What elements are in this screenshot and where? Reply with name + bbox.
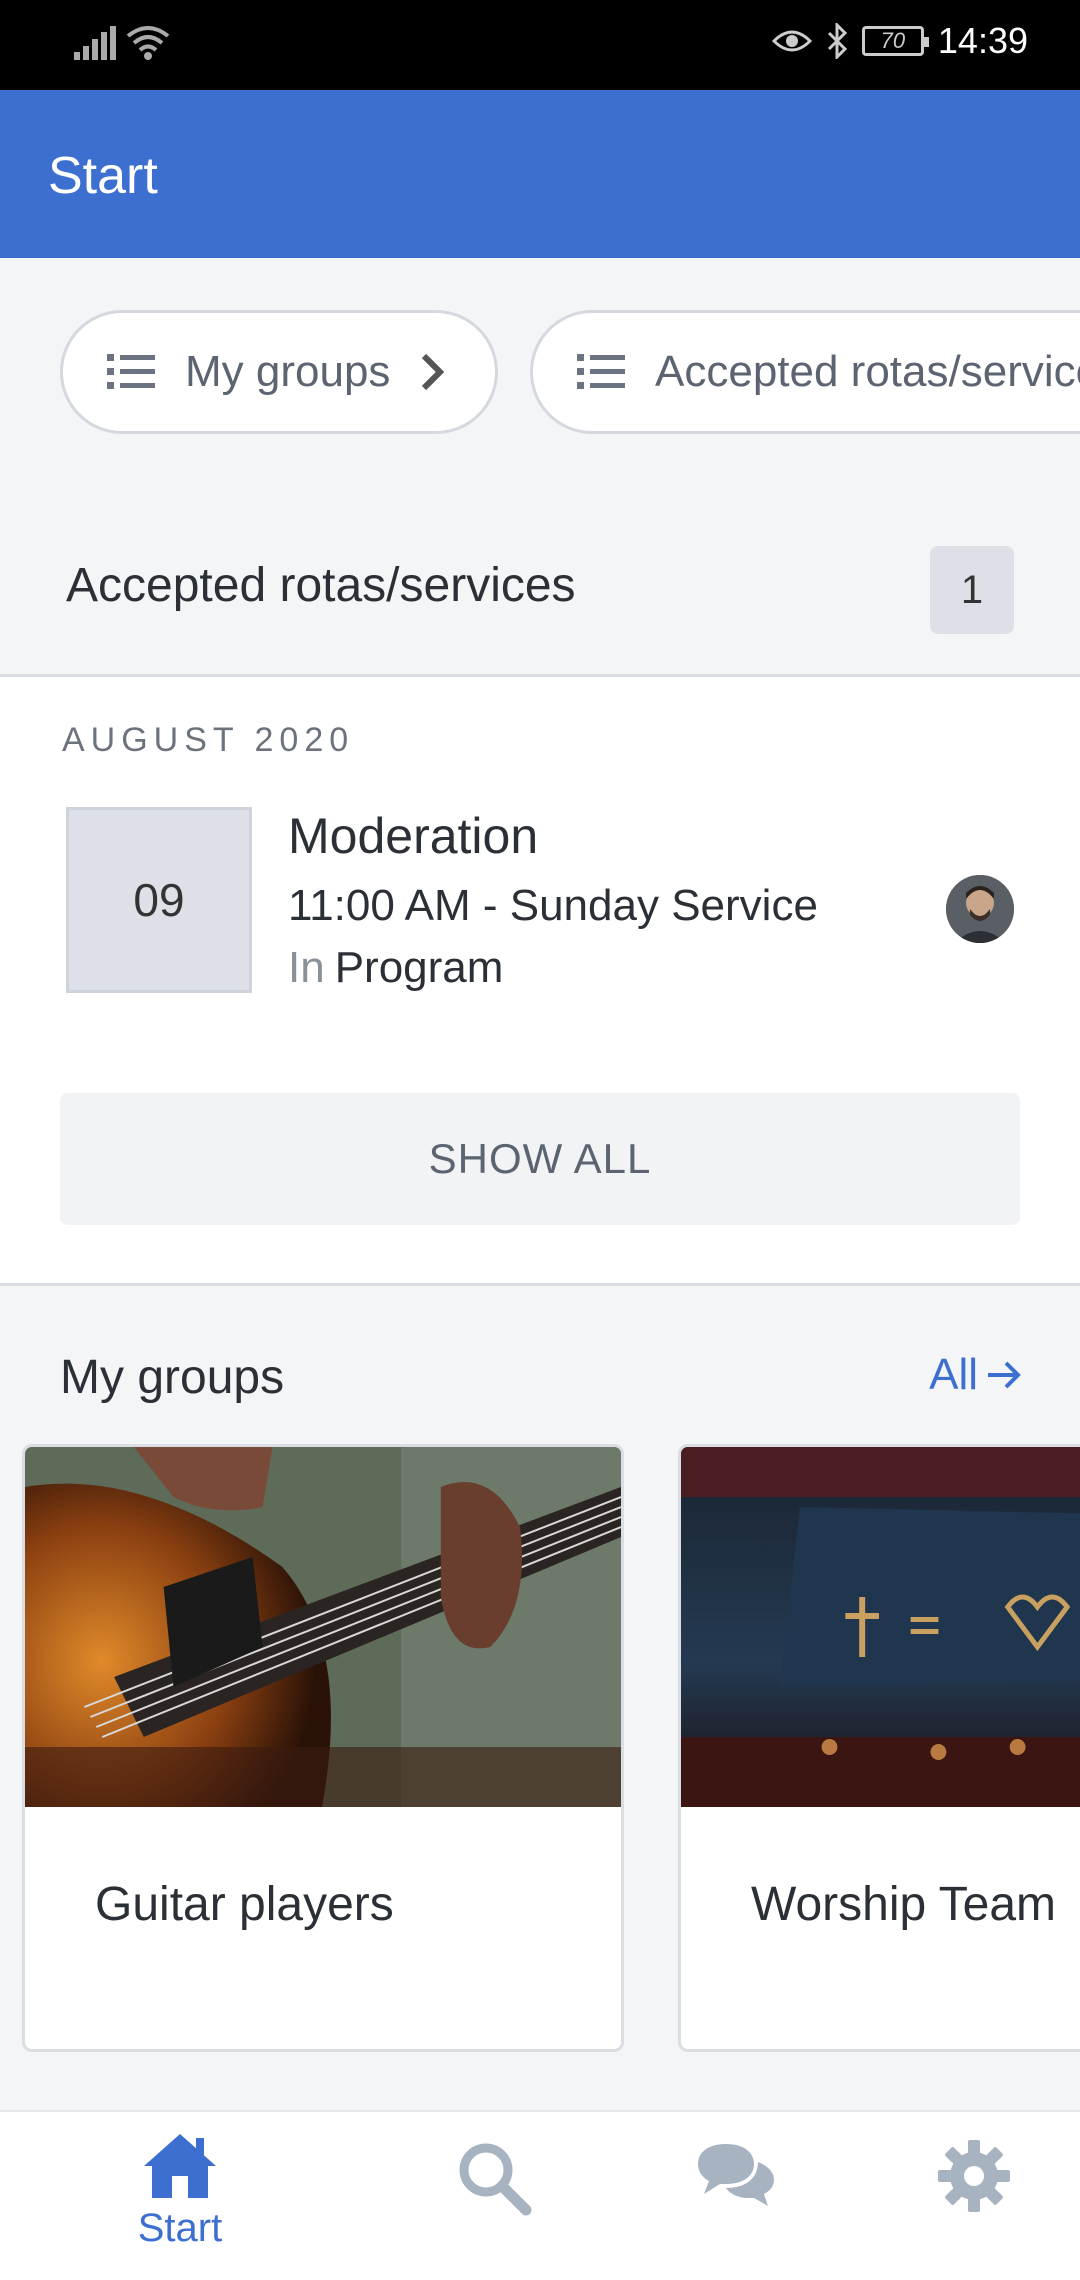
groups-all-link[interactable]: All	[929, 1350, 1022, 1400]
accepted-section-header: Accepted rotas/services 1	[0, 488, 1080, 674]
arrow-right-icon	[988, 1361, 1021, 1389]
in-value: Program	[334, 943, 504, 992]
nav-settings[interactable]	[884, 2140, 1064, 2280]
rota-title[interactable]: Moderation	[288, 807, 538, 865]
groups-section-title: My groups	[60, 1351, 285, 1404]
groups-carousel[interactable]: Guitar players Worship Team	[0, 1440, 1080, 2060]
nav-start[interactable]: Start	[90, 2130, 270, 2270]
list-icon	[577, 354, 625, 389]
app-bar: Start	[0, 90, 1080, 258]
month-header: AUGUST 2020	[62, 721, 355, 759]
chip-accepted-rotas[interactable]: Accepted rotas/services	[530, 310, 1080, 434]
status-bar: 70 14:39	[0, 0, 1080, 90]
nav-messages[interactable]	[646, 2140, 826, 2280]
eye-icon	[771, 30, 812, 52]
section-title: Accepted rotas/services	[66, 559, 576, 612]
chevron-right-icon	[422, 353, 445, 391]
search-icon	[459, 2143, 532, 2216]
group-name: Guitar players	[95, 1878, 394, 1931]
person-avatar-icon	[946, 875, 1014, 943]
battery-indicator: 70	[861, 26, 929, 56]
bottom-navigation: Start	[0, 2110, 1080, 2280]
group-card[interactable]: Worship Team	[678, 1444, 1080, 2052]
chip-my-groups[interactable]: My groups	[60, 310, 498, 434]
bluetooth-icon	[827, 23, 848, 59]
group-name: Worship Team	[751, 1878, 1057, 1931]
rota-location: In Program	[288, 943, 503, 993]
page-title: Start	[48, 147, 158, 205]
list-icon	[107, 354, 155, 389]
wifi-icon	[126, 26, 170, 60]
gear-icon	[938, 2140, 1010, 2212]
status-right: 70 14:39	[771, 20, 1028, 62]
show-all-button[interactable]: SHOW ALL	[60, 1093, 1020, 1225]
nav-start-label: Start	[137, 2206, 223, 2250]
quick-links: My groups Accepted rotas/services	[0, 258, 1080, 488]
signal-icon	[74, 26, 116, 60]
chip-label: My groups	[185, 347, 391, 396]
clock: 14:39	[937, 20, 1028, 61]
date-box[interactable]: 09	[66, 807, 252, 993]
in-label: In	[288, 943, 325, 992]
guitar-image	[25, 1447, 621, 1807]
all-label: All	[929, 1350, 978, 1399]
worship-stage-image	[681, 1447, 1080, 1807]
chat-bubbles-icon	[698, 2144, 774, 2206]
status-left	[74, 24, 170, 60]
avatar[interactable]	[946, 875, 1014, 943]
accepted-rotas-panel: AUGUST 2020 09 Moderation 11:00 AM - Sun…	[0, 674, 1080, 1286]
count-badge: 1	[930, 546, 1014, 634]
chip-label: Accepted rotas/services	[655, 347, 1080, 396]
rota-time: 11:00 AM - Sunday Service	[288, 881, 818, 930]
group-card[interactable]: Guitar players	[22, 1444, 624, 2052]
nav-search[interactable]	[404, 2140, 584, 2280]
home-icon	[144, 2134, 216, 2198]
